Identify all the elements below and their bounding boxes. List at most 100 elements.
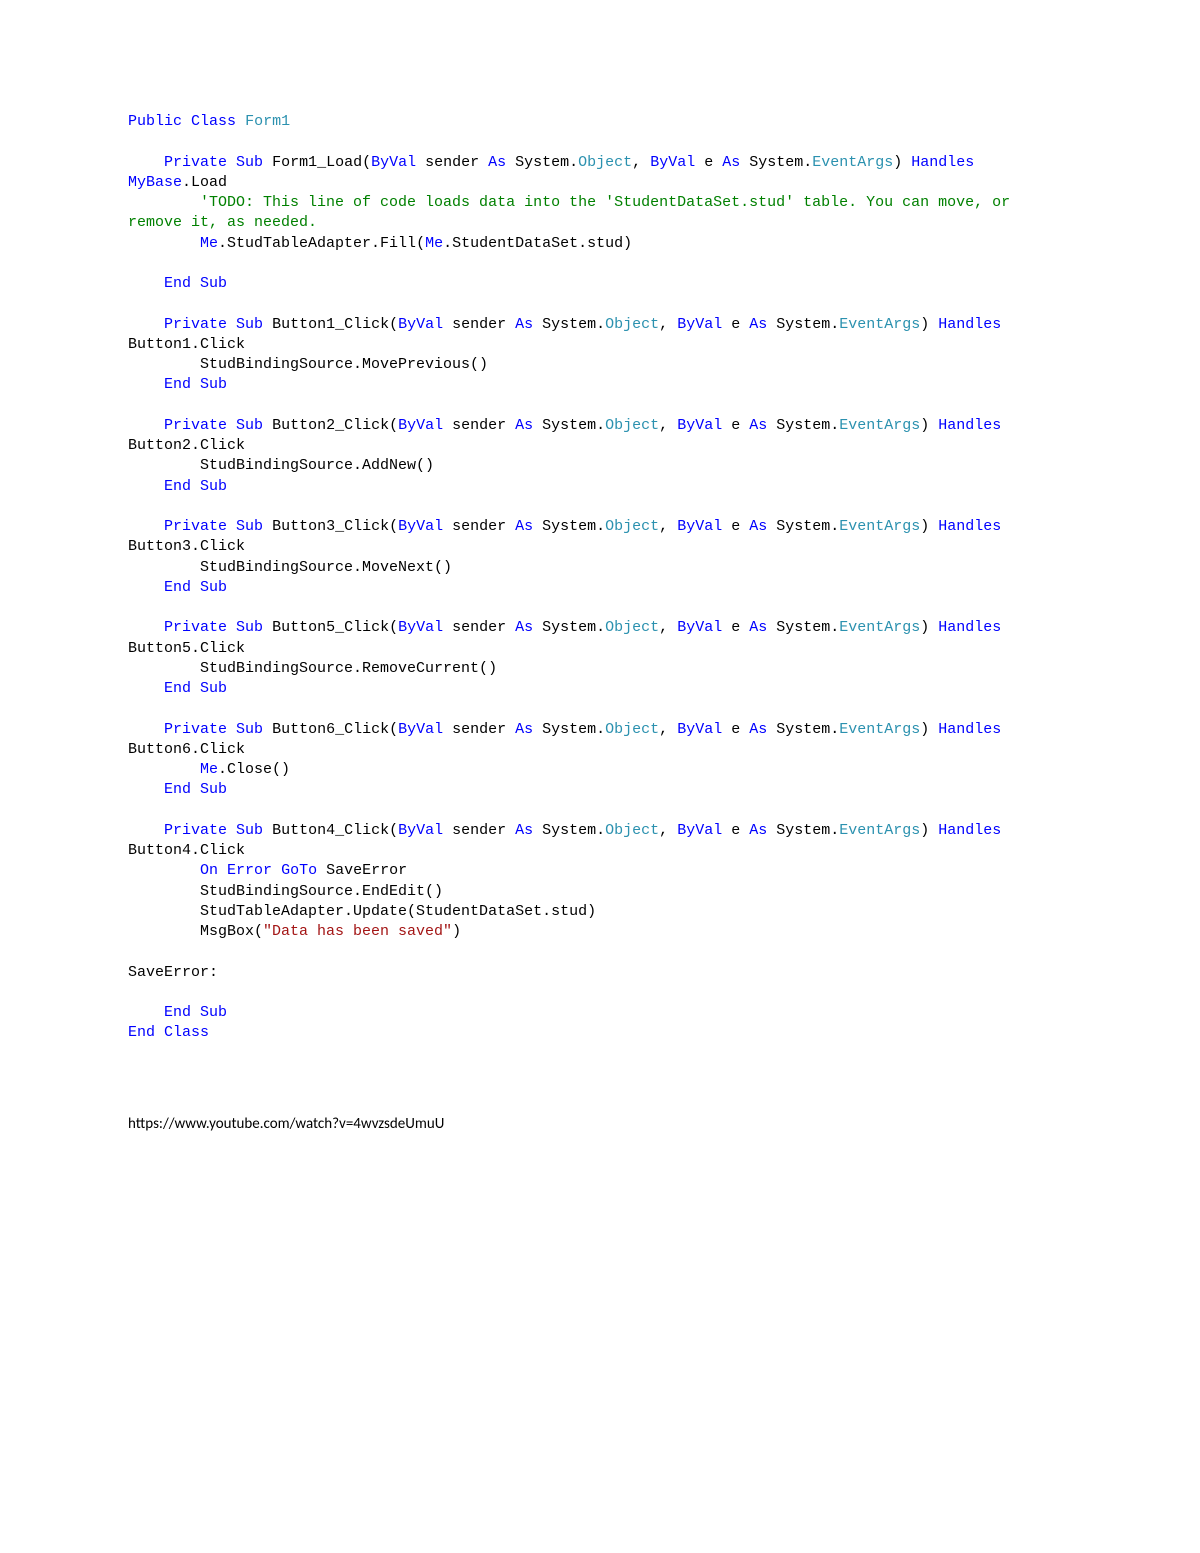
keyword-private: Private	[164, 154, 227, 171]
footer-url: https://www.youtube.com/watch?v=4wvzsdeU…	[128, 1114, 1072, 1134]
keyword-end: End	[164, 376, 191, 393]
comma: ,	[659, 417, 677, 434]
fill-arg: .StudentDataSet.stud)	[443, 235, 632, 252]
code-block: Public Class Form1 Private Sub Form1_Loa…	[128, 112, 1072, 1044]
end-sub: Sub	[191, 1004, 227, 1021]
keyword-byval: ByVal	[677, 316, 722, 333]
msgbox-suffix: )	[452, 923, 461, 940]
method-name-btn5: Button5_Click(	[263, 619, 398, 636]
type-object: Object	[605, 721, 659, 738]
paren-close: )	[920, 619, 929, 636]
keyword-handles: Handles	[938, 721, 1001, 738]
comma: ,	[659, 822, 677, 839]
end-class: Class	[155, 1024, 209, 1041]
keyword-byval: ByVal	[371, 154, 416, 171]
param-e: e	[722, 822, 749, 839]
type-object: Object	[605, 619, 659, 636]
keyword-byval: ByVal	[677, 721, 722, 738]
keyword-private: Private	[164, 619, 227, 636]
system-prefix: System.	[506, 154, 578, 171]
body-btn4-line2: StudBindingSource.EndEdit()	[200, 883, 443, 900]
end-sub: Sub	[191, 680, 227, 697]
method-name-btn6: Button6_Click(	[263, 721, 398, 738]
keyword-as: As	[749, 518, 767, 535]
paren-close: )	[920, 822, 929, 839]
method-name-btn3: Button3_Click(	[263, 518, 398, 535]
keyword-end: End	[164, 1004, 191, 1021]
keyword-as: As	[749, 619, 767, 636]
keyword-end: End	[164, 781, 191, 798]
keyword-private: Private	[164, 822, 227, 839]
keyword-me: Me	[200, 235, 218, 252]
type-eventargs: EventArgs	[839, 316, 920, 333]
keyword-as: As	[515, 518, 533, 535]
paren-close: )	[920, 518, 929, 535]
keyword-byval: ByVal	[650, 154, 695, 171]
keyword-private: Private	[164, 417, 227, 434]
goto-label: SaveError	[317, 862, 407, 879]
keyword-end: End	[164, 275, 191, 292]
keyword-as: As	[515, 822, 533, 839]
paren-close: )	[893, 154, 902, 171]
keyword-public: Public	[128, 113, 182, 130]
type-object: Object	[605, 417, 659, 434]
end-sub: Sub	[191, 478, 227, 495]
keyword-as: As	[515, 316, 533, 333]
type-object: Object	[578, 154, 632, 171]
system-prefix: System.	[533, 518, 605, 535]
param-sender: sender	[443, 619, 515, 636]
keyword-sub: Sub	[236, 154, 263, 171]
system-prefix: System.	[533, 417, 605, 434]
system-prefix: System.	[533, 822, 605, 839]
system-prefix: System.	[740, 154, 812, 171]
comma: ,	[659, 316, 677, 333]
end-sub: Sub	[191, 376, 227, 393]
label-saveerror: SaveError:	[128, 964, 218, 981]
param-e: e	[695, 154, 722, 171]
param-sender: sender	[443, 417, 515, 434]
keyword-as: As	[749, 417, 767, 434]
comment-todo: 'TODO: This line of code loads data into…	[128, 194, 1019, 231]
keyword-sub: Sub	[236, 721, 263, 738]
keyword-sub: Sub	[236, 822, 263, 839]
keyword-as: As	[749, 316, 767, 333]
param-e: e	[722, 518, 749, 535]
system-prefix: System.	[767, 822, 839, 839]
paren-close: )	[920, 316, 929, 333]
method-name-btn2: Button2_Click(	[263, 417, 398, 434]
keyword-sub: Sub	[236, 518, 263, 535]
type-eventargs: EventArgs	[812, 154, 893, 171]
keyword-handles: Handles	[938, 619, 1001, 636]
keyword-as: As	[749, 721, 767, 738]
body-btn1: StudBindingSource.MovePrevious()	[200, 356, 488, 373]
keyword-end: End	[164, 579, 191, 596]
keyword-end: End	[128, 1024, 155, 1041]
keyword-byval: ByVal	[677, 619, 722, 636]
body-btn6: .Close()	[218, 761, 290, 778]
document-page: Public Class Form1 Private Sub Form1_Loa…	[0, 0, 1200, 1553]
keyword-byval: ByVal	[398, 619, 443, 636]
keyword-byval: ByVal	[398, 518, 443, 535]
keyword-sub: Sub	[236, 619, 263, 636]
param-e: e	[722, 721, 749, 738]
keyword-me: Me	[200, 761, 218, 778]
keyword-private: Private	[164, 518, 227, 535]
method-name-form-load: Form1_Load(	[263, 154, 371, 171]
keyword-on: On	[200, 862, 218, 879]
type-eventargs: EventArgs	[839, 518, 920, 535]
keyword-goto: GoTo	[281, 862, 317, 879]
keyword-as: As	[515, 619, 533, 636]
keyword-byval: ByVal	[398, 822, 443, 839]
system-prefix: System.	[767, 417, 839, 434]
keyword-class: Class	[191, 113, 236, 130]
body-btn2: StudBindingSource.AddNew()	[200, 457, 434, 474]
body-btn4-line3: StudTableAdapter.Update(StudentDataSet.s…	[200, 903, 596, 920]
keyword-sub: Sub	[236, 417, 263, 434]
comma: ,	[659, 518, 677, 535]
body-btn5: StudBindingSource.RemoveCurrent()	[200, 660, 497, 677]
keyword-as: As	[722, 154, 740, 171]
type-eventargs: EventArgs	[839, 822, 920, 839]
system-prefix: System.	[767, 316, 839, 333]
keyword-sub: Sub	[236, 316, 263, 333]
keyword-byval: ByVal	[398, 417, 443, 434]
